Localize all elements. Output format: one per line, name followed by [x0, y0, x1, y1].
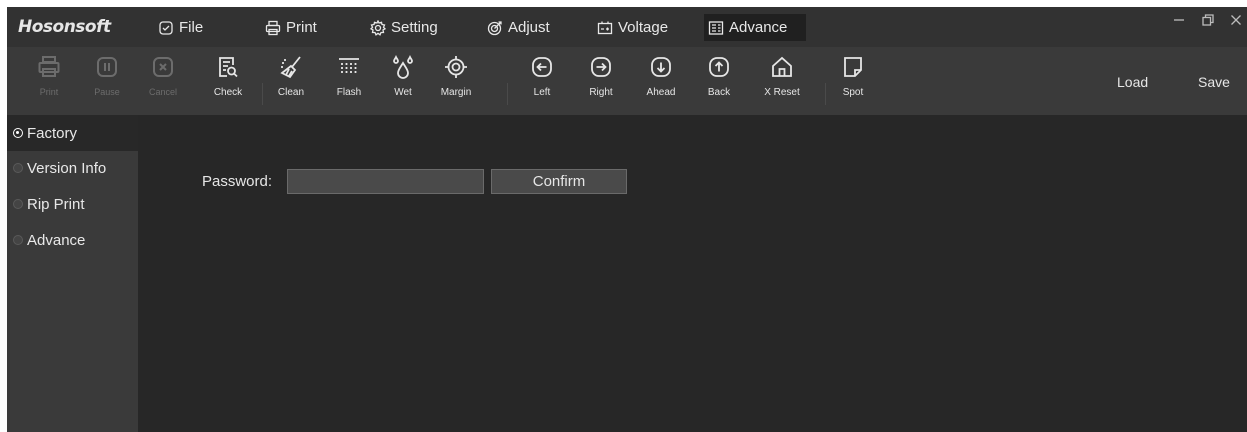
- menu-bar: Hosonsoft File Print Setting Adjust Volt…: [7, 7, 1247, 47]
- menu-setting[interactable]: Setting: [366, 14, 442, 41]
- flash-grid-icon: [339, 58, 359, 75]
- pause-icon: [97, 57, 117, 77]
- broom-icon: [280, 56, 301, 79]
- flash-tool-button[interactable]: Flash: [326, 55, 372, 111]
- toolbar-separator: [825, 83, 826, 105]
- radio-icon: [13, 163, 23, 173]
- restore-icon: [1202, 14, 1214, 26]
- menu-setting-label: Setting: [391, 19, 438, 36]
- menu-advance-label: Advance: [729, 19, 788, 36]
- print-tool-label: Print: [39, 87, 59, 97]
- menu-voltage[interactable]: Voltage: [593, 14, 672, 41]
- ahead-tool-label: Ahead: [646, 87, 676, 98]
- menu-file-label: File: [179, 19, 204, 36]
- radio-icon: [13, 235, 23, 245]
- sidebar-item-factory[interactable]: Factory: [7, 115, 138, 151]
- confirm-button[interactable]: Confirm: [491, 169, 627, 194]
- check-doc-icon: [219, 57, 238, 78]
- x-reset-tool-label: X Reset: [764, 87, 800, 98]
- toolbar-separator: [507, 83, 508, 105]
- minimize-icon: [1174, 19, 1184, 21]
- droplet-icon: [393, 55, 413, 79]
- wet-tool-label: Wet: [394, 87, 412, 98]
- sidebar-item-label: Rip Print: [27, 195, 85, 213]
- right-tool-button[interactable]: Right: [578, 55, 624, 111]
- margin-tool-label: Margin: [440, 87, 472, 98]
- pause-tool-button[interactable]: Pause: [84, 55, 130, 111]
- arrow-down-icon: [651, 57, 671, 77]
- document-list-icon: [708, 20, 724, 35]
- spot-tool-button[interactable]: Spot: [830, 55, 876, 111]
- restore-button[interactable]: [1196, 9, 1220, 31]
- menu-adjust-label: Adjust: [508, 19, 550, 36]
- close-button[interactable]: [1224, 9, 1247, 31]
- ahead-tool-button[interactable]: Ahead: [638, 55, 684, 111]
- sidebar-item-advance[interactable]: Advance: [7, 222, 138, 258]
- printer-icon: [265, 20, 281, 35]
- arrow-up-icon: [709, 57, 729, 77]
- app-window: Hosonsoft File Print Setting Adjust Volt…: [7, 7, 1247, 432]
- sidebar-item-version-info[interactable]: Version Info: [7, 150, 138, 186]
- arrow-right-icon: [591, 57, 611, 77]
- app-logo: Hosonsoft: [18, 17, 111, 37]
- cancel-tool-button[interactable]: Cancel: [140, 55, 186, 111]
- sidebar-item-rip-print[interactable]: Rip Print: [7, 186, 138, 222]
- minimize-button[interactable]: [1167, 9, 1191, 31]
- clean-tool-button[interactable]: Clean: [268, 55, 314, 111]
- margin-tool-button[interactable]: Margin: [433, 55, 479, 111]
- right-tool-label: Right: [589, 87, 613, 98]
- sidebar-item-label: Advance: [27, 231, 86, 249]
- menu-print-label: Print: [286, 19, 317, 36]
- password-input[interactable]: [287, 169, 484, 194]
- target-icon: [487, 20, 502, 35]
- print-tool-button[interactable]: Print: [26, 55, 72, 111]
- password-label: Password:: [202, 173, 273, 190]
- battery-icon: [597, 21, 613, 34]
- crosshair-icon: [445, 56, 467, 78]
- toolbar-separator: [262, 83, 263, 105]
- x-reset-tool-button[interactable]: X Reset: [759, 55, 805, 111]
- home-icon: [772, 56, 792, 77]
- radio-icon: [13, 199, 23, 209]
- check-tool-button[interactable]: Check: [205, 55, 251, 111]
- check-tool-label: Check: [213, 87, 243, 98]
- radio-selected-icon: [13, 128, 23, 138]
- back-tool-label: Back: [707, 87, 731, 98]
- menu-print[interactable]: Print: [261, 14, 321, 41]
- cancel-icon: [153, 57, 173, 77]
- wet-tool-button[interactable]: Wet: [380, 55, 426, 111]
- clean-tool-label: Clean: [277, 87, 305, 98]
- printer-icon: [38, 56, 60, 77]
- save-button[interactable]: Save: [1198, 74, 1230, 90]
- spot-tool-label: Spot: [842, 87, 864, 98]
- page-fold-icon: [844, 57, 862, 77]
- left-tool-button[interactable]: Left: [519, 55, 565, 111]
- file-check-icon: [159, 20, 173, 35]
- back-tool-button[interactable]: Back: [696, 55, 742, 111]
- sidebar: Factory Version Info Rip Print Advance: [7, 115, 138, 432]
- sidebar-item-label: Factory: [27, 124, 78, 142]
- sidebar-item-label: Version Info: [27, 159, 107, 177]
- cancel-tool-label: Cancel: [148, 87, 177, 97]
- load-button[interactable]: Load: [1117, 74, 1148, 90]
- close-icon: [1231, 15, 1241, 25]
- arrow-left-icon: [532, 57, 552, 77]
- toolbar: Print Pause Cancel Check Clean Flash Wet: [7, 47, 1247, 115]
- menu-adjust[interactable]: Adjust: [483, 14, 554, 41]
- menu-voltage-label: Voltage: [618, 19, 669, 36]
- pause-tool-label: Pause: [94, 87, 120, 97]
- left-tool-label: Left: [533, 87, 551, 98]
- menu-file[interactable]: File: [154, 14, 207, 41]
- gear-icon: [370, 19, 386, 36]
- flash-tool-label: Flash: [336, 87, 362, 98]
- menu-advance[interactable]: Advance: [704, 14, 806, 41]
